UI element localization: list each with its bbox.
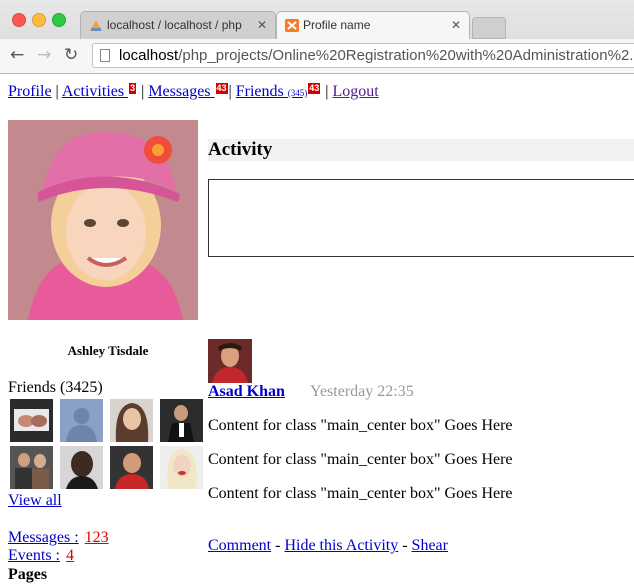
activity-input-box[interactable] — [208, 179, 634, 257]
activities-count-badge: 3 — [128, 82, 138, 95]
profile-name: Ashley Tisdale — [67, 343, 149, 358]
phpmyadmin-icon — [90, 20, 102, 31]
friends-heading: Friends (3425) — [8, 379, 103, 396]
reload-icon[interactable]: ↻ — [64, 45, 78, 65]
messages-stat-link[interactable]: Messages : — [8, 529, 79, 546]
profile-nav: Profile | Activities 3 | Messages 43 | Fr… — [8, 82, 379, 101]
profile-photo[interactable] — [8, 120, 198, 320]
back-arrow-icon[interactable]: ← — [10, 45, 24, 65]
events-stat-link[interactable]: Events : — [8, 547, 60, 564]
maximize-window-button[interactable] — [52, 13, 66, 27]
close-tab-icon[interactable]: ✕ — [257, 18, 267, 32]
minimize-window-button[interactable] — [32, 13, 46, 27]
xampp-icon — [285, 19, 299, 32]
post-actions: Comment - Hide this Activity - Shear — [208, 537, 448, 555]
messages-stat-count[interactable]: 123 — [85, 529, 109, 546]
shear-link[interactable]: Shear — [412, 537, 448, 554]
browser-toolbar: ← → ↻ localhost/php_projects/Online%20Re… — [0, 39, 634, 73]
view-all-friends-link[interactable]: View all — [8, 492, 62, 510]
activity-heading: Activity — [208, 139, 634, 161]
messages-stat: Messages : 123 — [8, 529, 109, 547]
nav-messages-link[interactable]: Messages 43 — [148, 82, 229, 100]
post-author-link[interactable]: Asad Khan — [208, 383, 285, 401]
pages-heading: Pages — [8, 566, 48, 583]
browser-tab-phpmyadmin[interactable]: localhost / localhost / php ✕ — [80, 11, 276, 39]
friend-avatar[interactable] — [60, 446, 103, 489]
comment-link[interactable]: Comment — [208, 537, 271, 554]
nav-profile-link[interactable]: Profile — [8, 83, 52, 100]
nav-logout-link[interactable]: Logout — [332, 83, 378, 100]
close-tab-icon[interactable]: ✕ — [451, 18, 461, 32]
action-separator: - — [402, 537, 408, 554]
events-stat: Events : 4 — [8, 547, 74, 565]
nav-separator: | — [141, 83, 145, 100]
tab-title: Profile name — [303, 18, 371, 32]
friend-avatar[interactable] — [160, 446, 203, 489]
post-content-line: Content for class "main_center box" Goes… — [208, 485, 513, 502]
post-timestamp: Yesterday 22:35 — [310, 383, 414, 400]
tab-title: localhost / localhost / php — [107, 18, 242, 32]
friends-small-count: (345) — [287, 88, 308, 98]
browser-tab-profile[interactable]: Profile name ✕ — [276, 11, 470, 39]
new-tab-button[interactable] — [472, 17, 506, 39]
browser-chrome: localhost / localhost / php ✕ Profile na… — [0, 0, 634, 74]
nav-activities-link[interactable]: Activities 3 — [62, 82, 138, 100]
messages-count-badge: 43 — [214, 82, 229, 95]
nav-separator: | — [228, 83, 232, 100]
address-bar[interactable]: localhost/php_projects/Online%20Registra… — [92, 43, 634, 68]
close-window-button[interactable] — [12, 13, 26, 27]
action-separator: - — [275, 537, 281, 554]
friend-avatar[interactable] — [110, 399, 153, 442]
friends-count-badge: 43 — [307, 82, 322, 95]
url-text: localhost/php_projects/Online%20Registra… — [119, 47, 634, 64]
nav-separator: | — [325, 83, 329, 100]
friend-avatar[interactable] — [110, 446, 153, 489]
hide-activity-link[interactable]: Hide this Activity — [284, 537, 398, 554]
nav-separator: | — [55, 83, 59, 100]
friend-avatar-placeholder[interactable] — [60, 399, 103, 442]
friend-avatar[interactable] — [10, 446, 53, 489]
forward-arrow-icon[interactable]: → — [37, 45, 51, 65]
post-content-line: Content for class "main_center box" Goes… — [208, 451, 513, 468]
events-stat-count[interactable]: 4 — [66, 547, 74, 564]
poster-avatar[interactable] — [208, 339, 252, 383]
friend-avatar[interactable] — [160, 399, 203, 442]
friend-avatar[interactable] — [10, 399, 53, 442]
nav-friends-link[interactable]: Friends (345) 43 — [236, 82, 322, 100]
page-icon — [100, 49, 110, 62]
post-content-line: Content for class "main_center box" Goes… — [208, 417, 513, 434]
